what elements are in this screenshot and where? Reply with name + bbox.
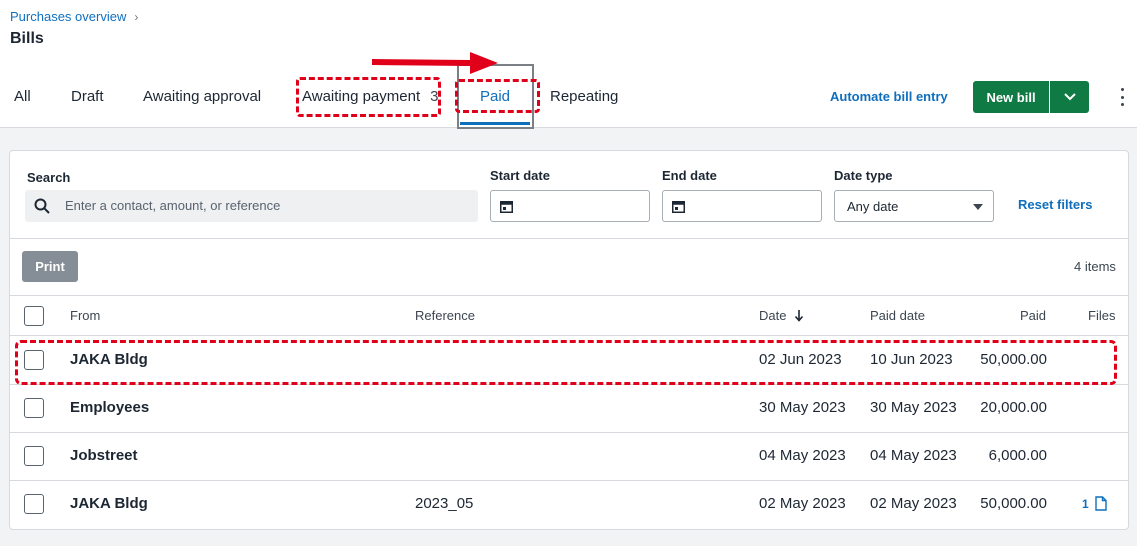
column-header-from[interactable]: From — [70, 308, 100, 323]
new-bill-menu-button[interactable] — [1050, 81, 1089, 113]
date-type-value: Any date — [847, 199, 899, 214]
page-title: Bills — [10, 30, 44, 47]
more-options-icon[interactable] — [1117, 88, 1127, 106]
column-header-reference[interactable]: Reference — [415, 308, 475, 323]
row-paid-amount: 50,000.00 — [980, 495, 1047, 512]
row-from: JAKA Bldg — [70, 495, 148, 512]
calendar-icon — [672, 201, 685, 213]
column-header-paid[interactable]: Paid — [1020, 308, 1046, 323]
new-bill-button[interactable]: New bill — [973, 81, 1049, 113]
tab-awaiting-approval[interactable]: Awaiting approval — [143, 88, 261, 105]
row-from: Jobstreet — [70, 447, 138, 464]
page-header: Purchases overview › Bills All Draft Awa… — [0, 0, 1137, 128]
row-date: 04 May 2023 — [759, 447, 846, 464]
annotation-arrow-icon — [372, 52, 498, 74]
divider — [10, 480, 1128, 481]
row-checkbox[interactable] — [24, 446, 44, 466]
calendar-icon — [500, 201, 513, 213]
row-paid-date: 30 May 2023 — [870, 399, 957, 416]
column-header-date[interactable]: Date — [759, 308, 804, 323]
end-date-field[interactable] — [662, 190, 822, 222]
row-checkbox[interactable] — [24, 398, 44, 418]
start-date-field[interactable] — [490, 190, 650, 222]
row-date: 30 May 2023 — [759, 399, 846, 416]
chevron-right-icon: › — [134, 9, 139, 24]
tab-all-label: All — [14, 88, 31, 105]
files-count: 1 — [1082, 496, 1089, 511]
date-type-label: Date type — [834, 168, 893, 183]
select-all-checkbox[interactable] — [24, 306, 44, 326]
file-icon — [1094, 496, 1107, 511]
print-button[interactable]: Print — [22, 251, 78, 282]
divider — [10, 295, 1128, 296]
row-paid-amount: 6,000.00 — [988, 447, 1047, 464]
reset-filters-button[interactable]: Reset filters — [1018, 197, 1092, 212]
tab-awaiting-approval-label: Awaiting approval — [143, 88, 262, 105]
row-paid-date: 02 May 2023 — [870, 495, 957, 512]
tab-draft-label: Draft — [71, 88, 104, 105]
breadcrumb[interactable]: Purchases overview › — [10, 9, 138, 24]
search-icon — [34, 198, 50, 214]
row-paid-amount: 20,000.00 — [980, 399, 1047, 416]
column-header-paid-date[interactable]: Paid date — [870, 308, 925, 323]
tab-repeating-label: Repeating — [550, 88, 619, 105]
automate-bill-entry-link[interactable]: Automate bill entry — [830, 89, 948, 104]
chevron-down-icon — [1063, 93, 1076, 101]
row-from: Employees — [70, 399, 150, 416]
column-header-files: Files — [1088, 308, 1116, 323]
row-files-link[interactable]: 1 — [1082, 496, 1107, 511]
start-date-label: Start date — [490, 168, 550, 183]
breadcrumb-link[interactable]: Purchases overview — [10, 9, 126, 24]
row-reference: 2023_05 — [415, 495, 474, 512]
row-paid-date: 04 May 2023 — [870, 447, 957, 464]
tab-repeating[interactable]: Repeating — [550, 88, 618, 105]
search-input[interactable]: Enter a contact, amount, or reference — [25, 190, 478, 222]
search-label: Search — [27, 170, 71, 185]
annotation-dashed-box — [455, 79, 540, 113]
row-checkbox[interactable] — [24, 494, 44, 514]
column-header-date-label: Date — [759, 308, 787, 323]
items-count: 4 items — [1074, 259, 1116, 274]
divider — [10, 432, 1128, 433]
row-date: 02 May 2023 — [759, 495, 846, 512]
tab-draft[interactable]: Draft — [71, 88, 104, 105]
annotation-dashed-box — [15, 340, 1117, 385]
end-date-label: End date — [662, 168, 717, 183]
caret-down-icon — [973, 204, 983, 210]
tab-all[interactable]: All — [14, 88, 31, 105]
divider — [10, 335, 1128, 336]
sort-descending-icon — [795, 310, 804, 322]
date-type-select[interactable]: Any date — [834, 190, 994, 222]
search-placeholder: Enter a contact, amount, or reference — [65, 198, 281, 213]
divider — [10, 238, 1128, 239]
annotation-dashed-box — [296, 77, 441, 117]
